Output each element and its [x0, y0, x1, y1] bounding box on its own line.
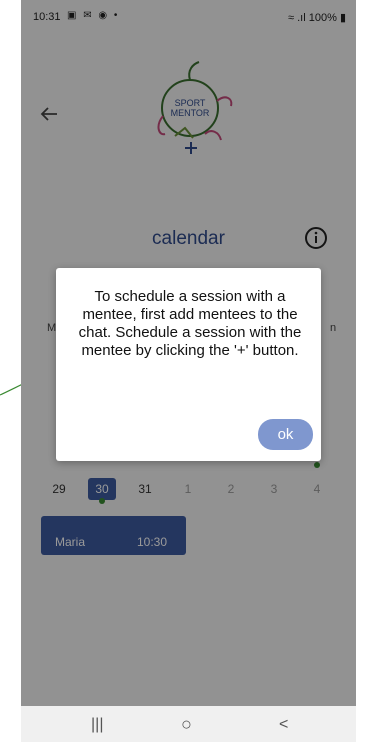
ok-button[interactable]: ok	[258, 419, 313, 450]
home-button[interactable]: ○	[181, 714, 192, 735]
dialog-message: To schedule a session with a mentee, fir…	[78, 288, 302, 359]
recents-button[interactable]: |||	[91, 716, 103, 734]
phone-screen: 10:31 ▣ ✉ ◉ • ≈ .ıl 100% ▮ SPORT MENTOR …	[21, 0, 356, 742]
android-nav-bar: ||| ○ <	[21, 706, 356, 742]
info-dialog: To schedule a session with a mentee, fir…	[56, 268, 321, 461]
back-button[interactable]: <	[279, 716, 288, 734]
